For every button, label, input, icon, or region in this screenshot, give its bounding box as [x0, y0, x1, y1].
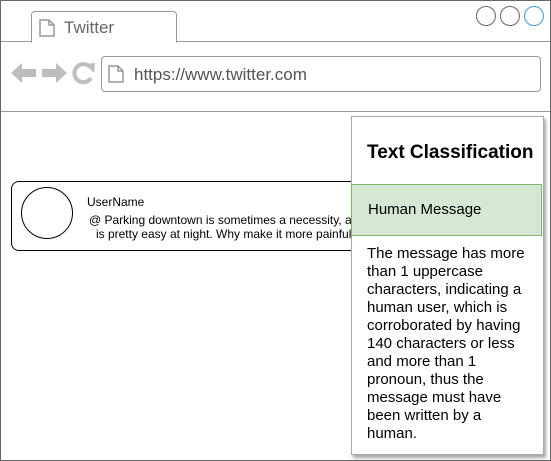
tweet-message-line: @ Parking downtown is sometimes a necess…: [88, 213, 366, 227]
reload-icon[interactable]: [71, 61, 97, 85]
url-text: https://www.twitter.com: [134, 65, 307, 84]
classification-result-label: Human Message: [368, 201, 482, 218]
tweet-message-line: is pretty easy at night. Why make it mor…: [95, 227, 359, 241]
browser-chrome: Twitter https://www.twitter.com: [1, 1, 550, 112]
tweet-username: UserName: [87, 195, 145, 209]
back-arrow-icon[interactable]: [11, 61, 37, 85]
browser-tab[interactable]: Twitter: [31, 11, 177, 43]
maximize-button[interactable]: [500, 6, 520, 26]
tweet-message: @ Parking downtown is sometimes a necess…: [82, 213, 372, 241]
forward-arrow-icon[interactable]: [41, 61, 67, 85]
classification-result-badge: Human Message: [351, 184, 542, 236]
panel-title: Text Classification: [367, 142, 534, 163]
tab-title: Twitter: [64, 18, 115, 37]
minimize-button[interactable]: [476, 6, 496, 26]
classification-explanation: The message has more than 1 uppercase ch…: [367, 245, 525, 442]
tweet-card: UserName @ Parking downtown is sometimes…: [11, 181, 373, 251]
page-icon: [39, 19, 55, 37]
avatar: [21, 187, 73, 239]
classification-panel: Text Classification Human Message The me…: [351, 116, 544, 455]
page-icon: [108, 65, 124, 83]
browser-window: Twitter https://www.twitter.com UserName…: [0, 0, 551, 461]
address-bar[interactable]: https://www.twitter.com: [101, 56, 541, 92]
close-button[interactable]: [524, 6, 544, 26]
